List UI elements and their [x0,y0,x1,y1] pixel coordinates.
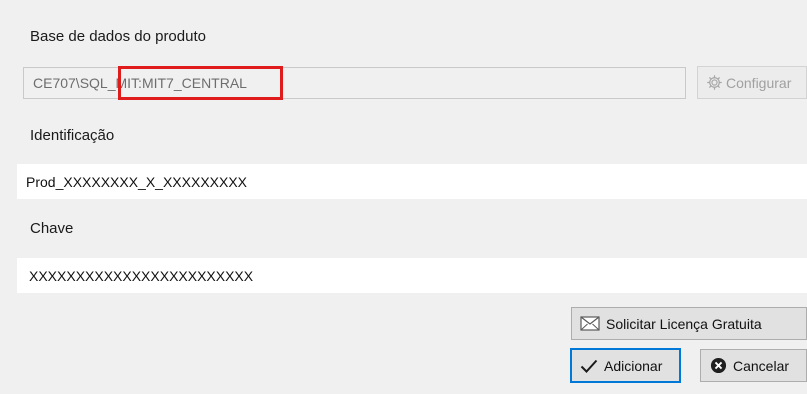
identification-value: Prod_XXXXXXXX_X_XXXXXXXXX [26,173,248,190]
cancel-label: Cancelar [733,357,790,374]
gear-icon [706,74,723,91]
close-circle-icon [710,357,727,374]
key-input[interactable]: XXXXXXXXXXXXXXXXXXXXXXXX [17,258,807,293]
cancel-button[interactable]: Cancelar [700,349,807,382]
envelope-icon [580,316,600,331]
identification-input[interactable]: Prod_XXXXXXXX_X_XXXXXXXXX [17,164,807,199]
add-button[interactable]: Adicionar [570,348,681,383]
database-label: Base de dados do produto [30,28,206,45]
key-value: XXXXXXXXXXXXXXXXXXXXXXXX [29,267,254,284]
add-label: Adicionar [604,357,663,374]
identification-label: Identificação [30,127,115,144]
configure-button[interactable]: Configurar [697,66,807,99]
request-license-button[interactable]: Solicitar Licença Gratuita [571,307,807,340]
database-value-prefix: CE707\SQL_ [33,75,116,91]
key-label: Chave [30,220,74,237]
configure-label: Configurar [726,74,792,91]
checkmark-icon [580,358,598,374]
request-license-label: Solicitar Licença Gratuita [606,315,762,332]
database-field: CE707\SQL_ MIT:MIT7_CENTRAL [23,67,686,99]
database-value-highlight: MIT:MIT7_CENTRAL [115,75,247,91]
